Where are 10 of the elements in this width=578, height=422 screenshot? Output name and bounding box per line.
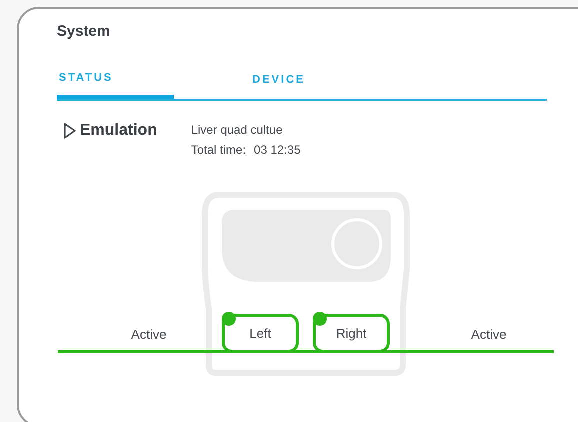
section-title: System	[57, 22, 110, 42]
emulation-label: Emulation	[80, 121, 158, 141]
channel-status: Active	[130, 326, 168, 344]
culture-name: Liver quad cultue	[191, 122, 284, 139]
port-button[interactable]: Left	[222, 314, 299, 353]
port-button[interactable]: Right	[313, 314, 390, 353]
channel-status: Active	[470, 326, 508, 344]
play-icon	[63, 122, 77, 140]
total-time-value: 03 12:35	[254, 142, 301, 159]
total-time-label: Total time:	[191, 142, 246, 159]
